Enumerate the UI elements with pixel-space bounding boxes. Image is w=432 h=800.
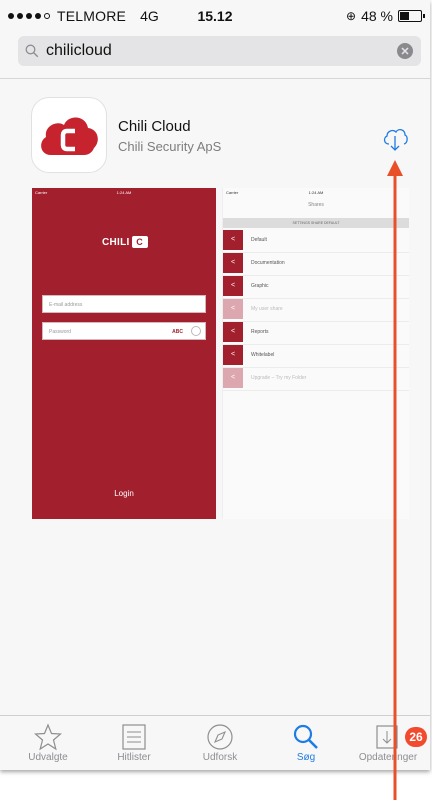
- email-field: E-mail address: [42, 295, 206, 313]
- download-cloud-icon: [383, 128, 408, 151]
- share-icon: <: [223, 276, 243, 296]
- star-icon: [5, 722, 91, 752]
- screenshot-login[interactable]: Carrier 1:24 AM CHILI C E-mail address P…: [32, 188, 216, 519]
- eye-icon: [191, 326, 201, 336]
- tab-label: Søg: [296, 752, 316, 763]
- tab-udvalgte[interactable]: Udvalgte: [5, 722, 91, 763]
- app-store-screen: TELMORE 4G 15.12 ⊕ 48 % ✕ Chili Cloud Ch…: [0, 0, 430, 770]
- tab-label: Hitlister: [117, 752, 151, 763]
- share-label: Reports: [251, 329, 269, 335]
- battery-icon: [398, 10, 425, 22]
- tab-bar: Udvalgte Hitlister Udforsk Søg Opdaterin…: [0, 715, 430, 770]
- annotation-arrow: [387, 160, 403, 800]
- battery-status: ⊕ 48 %: [346, 8, 425, 24]
- share-icon: <: [223, 322, 243, 342]
- search-input[interactable]: [46, 42, 397, 60]
- compass-icon: [177, 722, 263, 752]
- share-icon: <: [223, 299, 243, 319]
- app-name[interactable]: Chili Cloud: [118, 118, 191, 135]
- share-label: My user share: [251, 306, 283, 312]
- share-label: Upgrade – Try my Folder: [251, 375, 307, 381]
- mini-status-bar: Carrier 1:24 AM: [35, 190, 132, 195]
- tab-hitlister[interactable]: Hitlister: [91, 722, 177, 763]
- share-label: Documentation: [251, 260, 285, 266]
- share-icon: <: [223, 368, 243, 388]
- rotation-lock-icon: ⊕: [346, 9, 357, 23]
- download-button[interactable]: [378, 122, 412, 156]
- password-field: Password ABC: [42, 322, 206, 340]
- search-bar[interactable]: ✕: [18, 36, 421, 66]
- chili-logo: CHILI C: [102, 236, 148, 248]
- status-bar: TELMORE 4G 15.12 ⊕ 48 %: [0, 0, 430, 30]
- divider: [0, 78, 430, 79]
- share-label: Default: [251, 237, 267, 243]
- tab-udforsk[interactable]: Udforsk: [177, 722, 263, 763]
- share-icon: <: [223, 345, 243, 365]
- share-label: Whitelabel: [251, 352, 275, 358]
- chili-cloud-app-icon[interactable]: [32, 98, 106, 172]
- clear-icon[interactable]: ✕: [397, 43, 413, 59]
- share-icon: <: [223, 230, 243, 250]
- tab-label: Udforsk: [202, 752, 238, 763]
- share-label: Graphic: [251, 283, 269, 289]
- tab-label: Udvalgte: [28, 752, 68, 763]
- login-label: Login: [114, 489, 134, 498]
- search-icon: [263, 722, 349, 752]
- list-icon: [91, 722, 177, 752]
- battery-percent: 48 %: [361, 8, 393, 24]
- tab-sog[interactable]: Søg: [263, 722, 349, 763]
- app-developer[interactable]: Chili Security ApS: [118, 139, 221, 154]
- share-icon: <: [223, 253, 243, 273]
- search-icon: [18, 36, 46, 66]
